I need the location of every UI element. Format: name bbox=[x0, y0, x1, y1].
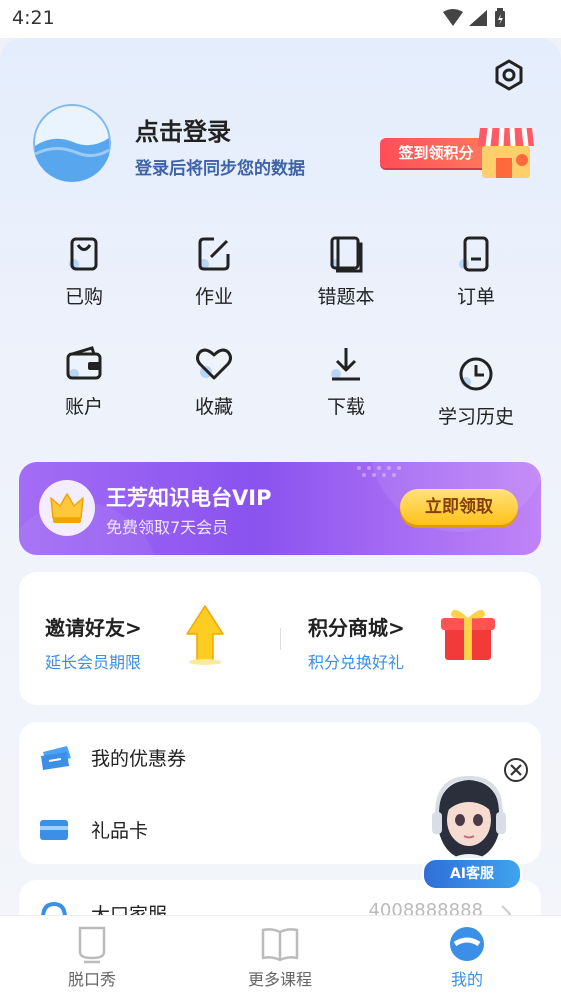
gift-icon bbox=[441, 609, 495, 660]
grid-item-orders[interactable]: 订单 bbox=[416, 234, 536, 309]
tab-label: 脱口秀 bbox=[67, 970, 116, 989]
claim-vip-button[interactable]: 立即领取 bbox=[400, 489, 518, 525]
book-icon bbox=[330, 236, 363, 273]
grid-label: 账户 bbox=[64, 396, 103, 418]
tab-more-courses[interactable]: 更多课程 bbox=[210, 924, 350, 990]
download-icon bbox=[331, 348, 360, 381]
list-item-label: 礼品卡 bbox=[91, 820, 149, 842]
vip-subtitle: 免费领取7天会员 bbox=[106, 518, 229, 537]
invite-title: 邀请好友> bbox=[45, 616, 142, 640]
system-icons bbox=[441, 8, 521, 34]
avatar-wave-icon bbox=[33, 104, 111, 182]
login-subtitle: 登录后将同步您的数据 bbox=[135, 159, 305, 179]
status-bar: 4:21 bbox=[0, 0, 561, 38]
grid-label: 已购 bbox=[64, 286, 103, 308]
tab-mine[interactable]: 我的 bbox=[397, 924, 537, 990]
talkshow-icon bbox=[78, 926, 106, 964]
close-icon[interactable] bbox=[504, 758, 528, 782]
vip-title: 王芳知识电台VIP bbox=[106, 486, 272, 510]
wallet-icon bbox=[66, 346, 102, 380]
grid-label: 订单 bbox=[456, 286, 495, 308]
chevron-right-icon bbox=[501, 905, 512, 915]
tab-talkshow[interactable]: 脱口秀 bbox=[22, 924, 162, 990]
edit-icon bbox=[198, 237, 230, 271]
crown-badge bbox=[39, 480, 95, 536]
ai-assistant-float[interactable]: AI客服 bbox=[420, 758, 530, 892]
bag-icon bbox=[69, 237, 98, 271]
invite-subtitle: 延长会员期限 bbox=[45, 653, 142, 672]
settings-gear-icon[interactable] bbox=[492, 58, 526, 92]
customer-service-phone: 4008888888 bbox=[368, 900, 483, 915]
bottom-tab-bar: 脱口秀 更多课程 我的 bbox=[0, 915, 561, 1000]
customer-service-label: 大口家服 bbox=[91, 904, 168, 915]
order-icon bbox=[459, 236, 489, 272]
wifi-signal-battery-icon bbox=[443, 8, 505, 27]
tab-label: 我的 bbox=[450, 970, 483, 989]
card-icon bbox=[40, 820, 68, 840]
points-mall-subtitle: 积分兑换好礼 bbox=[308, 653, 405, 672]
grid-label: 错题本 bbox=[317, 286, 375, 308]
avatar[interactable] bbox=[33, 104, 111, 182]
grid-label: 下载 bbox=[326, 396, 365, 418]
status-time: 4:21 bbox=[12, 7, 55, 29]
tab-label: 更多课程 bbox=[247, 970, 312, 989]
arrow-up-icon bbox=[186, 605, 224, 665]
grid-item-mistakes[interactable]: 错题本 bbox=[286, 234, 406, 309]
login-title[interactable]: 点击登录 bbox=[135, 112, 231, 147]
list-item-coupons[interactable]: 我的优惠券 bbox=[39, 742, 519, 772]
points-mall-title: 积分商城> bbox=[308, 616, 405, 640]
list-item-label: 我的优惠券 bbox=[91, 748, 187, 770]
profile-screen: 点击登录 登录后将同步您的数据 签到领积分 已购 作业 错题本 订单 账户 收藏… bbox=[0, 38, 561, 915]
profile-icon bbox=[450, 927, 484, 961]
signin-reward-banner[interactable]: 签到领积分 bbox=[380, 124, 540, 184]
heart-icon bbox=[196, 348, 232, 380]
grid-item-favorites[interactable]: 收藏 bbox=[154, 344, 274, 419]
open-book-icon bbox=[261, 928, 299, 962]
grid-label: 收藏 bbox=[194, 396, 233, 418]
grid-item-history[interactable]: 学习历史 bbox=[416, 354, 536, 429]
grid-label: 作业 bbox=[194, 286, 233, 308]
grid-item-purchased[interactable]: 已购 bbox=[24, 234, 144, 309]
grid-item-account[interactable]: 账户 bbox=[24, 344, 144, 419]
divider bbox=[280, 628, 281, 650]
headset-icon bbox=[41, 902, 67, 915]
crown-icon bbox=[50, 493, 84, 523]
grid-item-homework[interactable]: 作业 bbox=[154, 234, 274, 309]
shop-icon bbox=[478, 127, 534, 178]
clock-icon bbox=[459, 357, 493, 391]
ai-assistant-avatar bbox=[432, 775, 506, 864]
coupon-icon bbox=[41, 746, 71, 770]
grid-label: 学习历史 bbox=[437, 406, 514, 428]
ai-assistant-label: AI客服 bbox=[422, 858, 522, 890]
promo-card: 邀请好友> 延长会员期限 积分商城> 积分兑换好礼 bbox=[19, 572, 541, 705]
vip-banner[interactable]: 王芳知识电台VIP 免费领取7天会员 立即领取 bbox=[19, 462, 541, 555]
grid-item-downloads[interactable]: 下载 bbox=[286, 344, 406, 419]
